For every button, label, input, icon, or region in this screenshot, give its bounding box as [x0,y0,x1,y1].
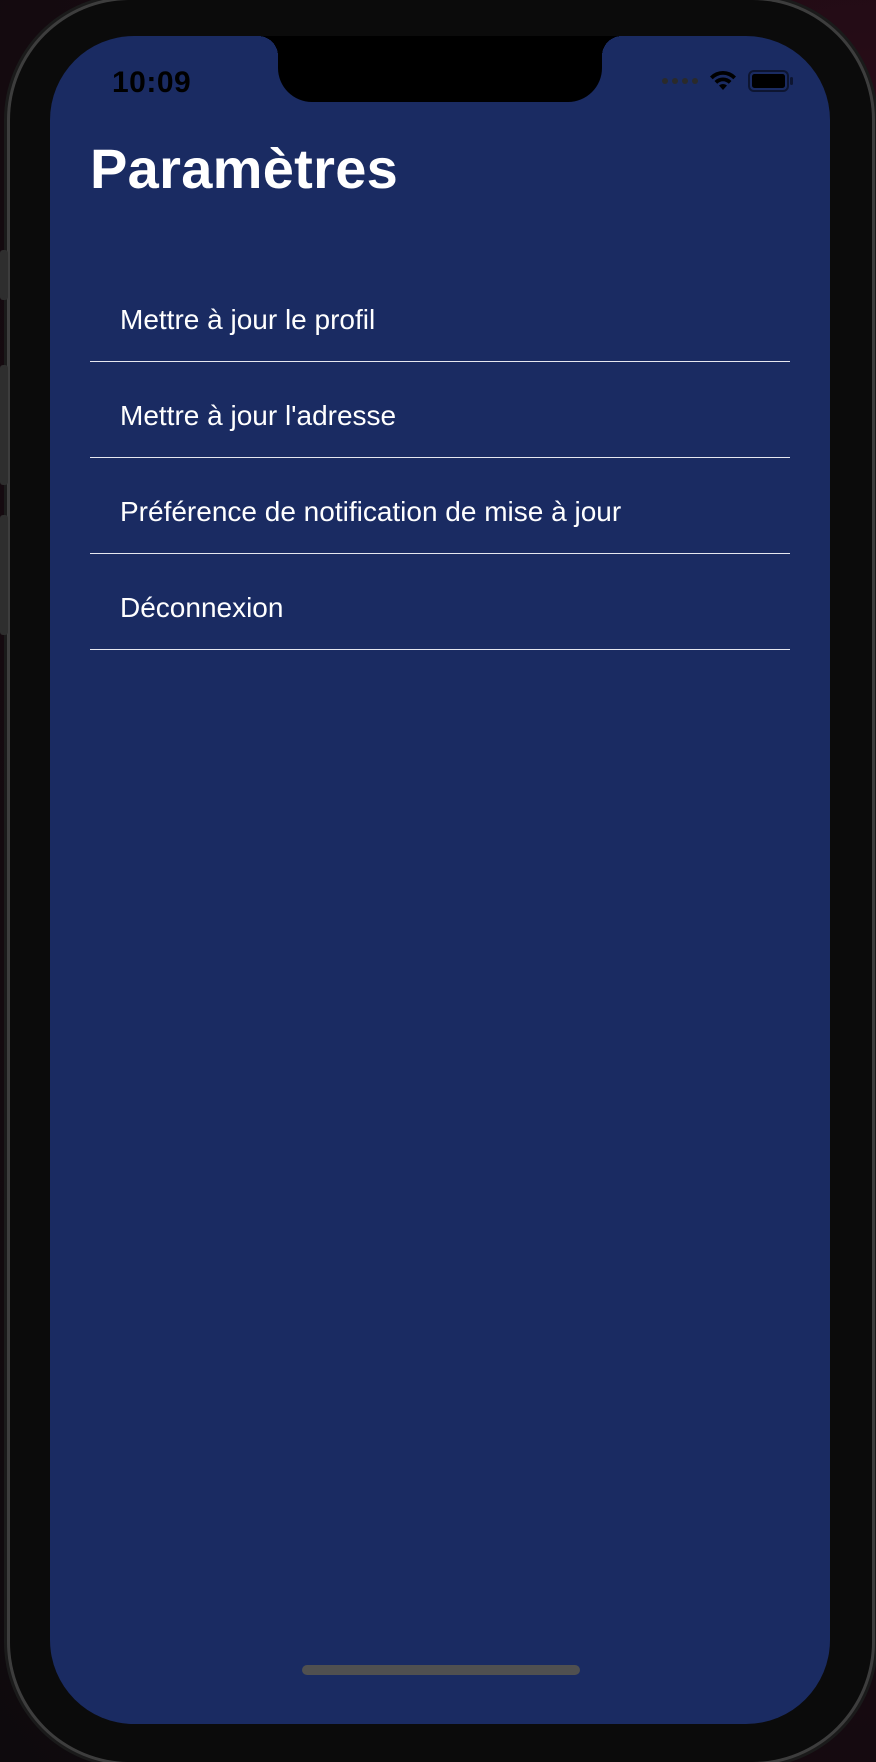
home-indicator[interactable] [302,1665,580,1675]
status-time: 10:09 [112,66,192,99]
settings-item-update-address[interactable]: Mettre à jour l'adresse [90,362,790,458]
page-title: Paramètres [90,137,399,200]
settings-item-label: Préférence de notification de mise à jou… [120,495,622,527]
notch [258,36,622,102]
side-button-volume-up [0,365,8,485]
settings-item-label: Mettre à jour le profil [120,303,376,335]
settings-item-label: Déconnexion [120,591,284,623]
settings-item-label: Mettre à jour l'adresse [120,399,397,431]
side-button-silent [0,250,8,300]
settings-item-update-profile[interactable]: Mettre à jour le profil [90,266,790,362]
app-screen: 10:09 Paramètres Mettre à jour le profil… [50,36,830,1724]
side-button-volume-down [0,515,8,635]
settings-item-notification-preferences[interactable]: Préférence de notification de mise à jou… [90,458,790,554]
wifi-icon [710,70,736,90]
signal-dots-icon [662,78,698,84]
battery-icon [748,70,793,92]
settings-list: Mettre à jour le profil Mettre à jour l'… [90,266,790,650]
settings-item-logout[interactable]: Déconnexion [90,554,790,650]
status-icons [662,70,794,92]
